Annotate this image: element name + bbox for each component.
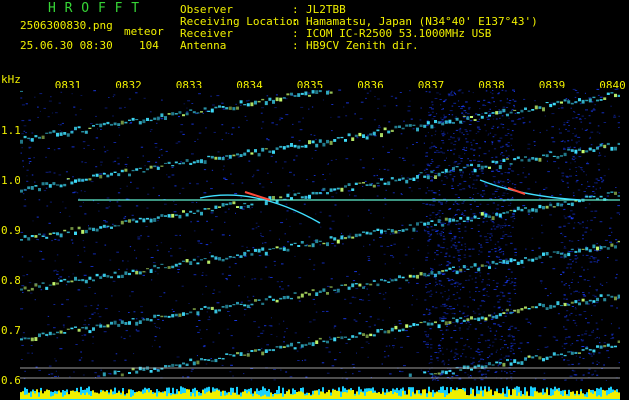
- meteor-count: 104: [139, 39, 159, 52]
- frequency-tick-label: 0.9: [1, 224, 21, 237]
- antenna-colon: :: [292, 39, 299, 52]
- antenna-value: HB9CV Zenith dir.: [306, 39, 419, 52]
- observation-type: meteor: [124, 25, 164, 38]
- frequency-tick-label: 0.8: [1, 274, 21, 287]
- header-panel: H R O F F T 2506300830.png meteor 25.06.…: [0, 0, 629, 70]
- app-title: H R O F F T: [48, 1, 140, 16]
- image-filename: 2506300830.png: [20, 19, 113, 32]
- frequency-unit-label: kHz: [1, 73, 21, 86]
- frequency-tick-label: 1.0: [1, 174, 21, 187]
- observation-datetime: 25.06.30 08:30: [20, 39, 113, 52]
- frequency-tick-label: 0.7: [1, 324, 21, 337]
- plot-background: [20, 88, 620, 400]
- frequency-tick-label: 1.1: [1, 124, 21, 137]
- spectrogram-plot: [20, 88, 620, 400]
- frequency-tick-label: 0.6: [1, 374, 21, 387]
- antenna-label: Antenna: [180, 39, 227, 52]
- signal-streak: [20, 90, 23, 92]
